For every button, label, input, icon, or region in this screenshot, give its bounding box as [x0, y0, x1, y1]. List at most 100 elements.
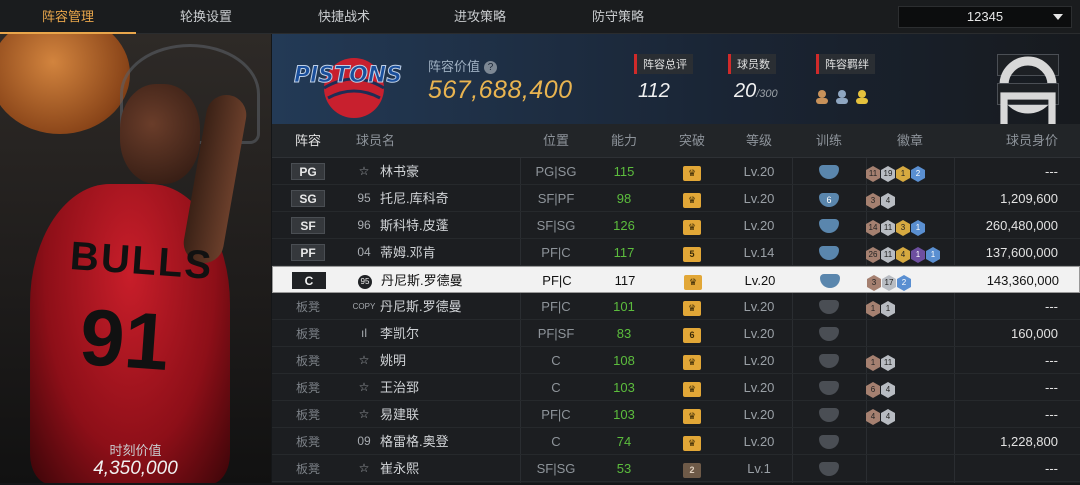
account-select[interactable]: 12345 [898, 6, 1072, 28]
badge-icon: 3 [867, 275, 881, 291]
ability-value: 117 [613, 245, 635, 260]
tab-quick-tactics[interactable]: 快捷战术 [276, 0, 412, 34]
player-portrait[interactable]: BULLS 91 时刻价值 4,350,000 [0, 34, 271, 483]
lineup-slot[interactable]: PF [276, 239, 340, 266]
lineup-value-label: 阵容价值? [428, 56, 498, 75]
badge-icon: 17 [882, 275, 896, 291]
training[interactable] [792, 347, 866, 374]
col-breakthrough: 突破 [678, 133, 705, 148]
jersey-number: 96 [357, 218, 371, 232]
training[interactable] [792, 374, 866, 401]
star-icon: ☆ [358, 407, 370, 421]
player-worth: 1,209,600 [1000, 191, 1058, 206]
table-row[interactable]: 板凳 ☆ 王治郅 C 103 ♛ Lv.20 6 4 --- [272, 374, 1080, 401]
lineup-slot[interactable]: 板凳 [276, 374, 340, 401]
table-row[interactable]: 板凳 ☆ 姚明 C 108 ♛ Lv.20 1 11 --- [272, 347, 1080, 374]
breakthrough: ♛ [658, 293, 726, 320]
recycle-button[interactable]: 回收 [997, 83, 1059, 167]
overall-label: 阵容总评 [634, 54, 693, 74]
slot-badge: 板凳 [295, 354, 320, 368]
jersey-number: ıl [361, 326, 367, 340]
badges: 14 11 3 1 [866, 212, 954, 239]
badge-icon: 1 [911, 220, 925, 236]
player-level: Lv.1 [747, 461, 771, 476]
training[interactable] [792, 455, 866, 482]
table-row[interactable]: 板凳 COPY 丹尼斯.罗德曼 PF|C 101 ♛ Lv.20 1 1 --- [272, 293, 1080, 320]
table-row[interactable]: 板凳 ıl 李凯尔 PF|SF 83 6 Lv.20 160,000 [272, 320, 1080, 347]
jersey-number: 09 [357, 434, 371, 448]
table-row[interactable]: SG 95 托尼.库科奇 SF|PF 98 ♛ Lv.20 6 3 4 1,209,600 [272, 185, 1080, 212]
table-row[interactable]: SF 96 斯科特.皮蓬 SF|SG 126 ♛ Lv.20 14 11 3 1 260,480,00… [272, 212, 1080, 239]
breakthrough: ♛ [658, 347, 726, 374]
training[interactable] [792, 401, 866, 428]
training-shield-icon [819, 408, 839, 422]
player-name: 丹尼斯.罗德曼 [380, 299, 462, 314]
lineup-slot[interactable]: C [277, 267, 341, 294]
jersey-number: 95 [358, 275, 372, 289]
player-level: Lv.20 [743, 326, 775, 341]
training[interactable] [793, 267, 867, 294]
table-row[interactable]: C 95 丹尼斯.罗德曼 PF|C 117 ♛ Lv.20 3 17 2 143,360,000 [272, 266, 1080, 293]
training[interactable] [792, 293, 866, 320]
training[interactable] [792, 158, 866, 185]
player-position: PG|SG [535, 164, 577, 179]
lineup-slot[interactable]: 板凳 [276, 401, 340, 428]
player-position: PF|SF [537, 326, 575, 341]
ability-value: 103 [613, 380, 635, 395]
training[interactable] [792, 239, 866, 266]
players-max: /300 [756, 88, 778, 100]
lineup-slot[interactable]: SF [276, 212, 340, 239]
star-icon: ☆ [358, 461, 370, 475]
breakthrough: ♛ [658, 374, 726, 401]
slot-badge: 板凳 [295, 408, 320, 422]
badge-icon: 11 [881, 355, 895, 371]
lineup-slot[interactable]: PG [276, 158, 340, 185]
badge-icon: 11 [866, 166, 880, 182]
ability-value: 126 [613, 218, 635, 233]
col-training: 训练 [815, 133, 842, 148]
training[interactable]: 6 [792, 185, 866, 212]
table-row[interactable]: PF 04 蒂姆.邓肯 PF|C 117 5 Lv.14 26 11 4 1 1 137,600,000 [272, 239, 1080, 266]
bond-icons[interactable] [814, 88, 884, 106]
breakthrough: ♛ [659, 267, 727, 294]
training[interactable] [792, 428, 866, 455]
player-name: 王治郅 [380, 380, 420, 395]
player-name: 姚明 [380, 353, 407, 368]
jersey-number: 95 [357, 191, 371, 205]
player-level: Lv.14 [743, 245, 775, 260]
tab-defense[interactable]: 防守策略 [548, 0, 688, 34]
badge-icon: 4 [881, 409, 895, 425]
tab-lineup[interactable]: 阵容管理 [0, 0, 136, 34]
ability-value: 103 [613, 407, 635, 422]
lineup-slot[interactable]: 板凳 [276, 293, 340, 320]
table-row[interactable]: 板凳 09 格雷格.奥登 C 74 ♛ Lv.20 1,228,800 [272, 428, 1080, 455]
lineup-slot[interactable]: 板凳 [276, 320, 340, 347]
lineup-slot[interactable]: SG [276, 185, 340, 212]
player-level: Lv.20 [743, 353, 775, 368]
ability-value: 115 [613, 164, 635, 179]
badge-icon: 4 [896, 247, 910, 263]
player-level: Lv.20 [743, 164, 775, 179]
crown-icon: ♛ [683, 193, 701, 208]
col-lineup: 阵容 [294, 133, 321, 148]
table-row[interactable]: PG ☆ 林书豪 PG|SG 115 ♛ Lv.20 11 19 1 2 --- [272, 158, 1080, 185]
lineup-slot[interactable]: 板凳 [276, 347, 340, 374]
table-row[interactable]: 板凳 ☆ 易建联 PF|C 103 ♛ Lv.20 4 4 --- [272, 401, 1080, 428]
lineup-slot[interactable]: 板凳 [276, 428, 340, 455]
badges: 1 11 [866, 347, 954, 374]
lineup-slot[interactable]: 板凳 [276, 455, 340, 482]
select-button[interactable]: 选拔 [997, 54, 1059, 138]
crown-icon: ♛ [683, 409, 701, 424]
player-level: Lv.20 [743, 380, 775, 395]
training[interactable] [792, 212, 866, 239]
training-shield-icon [819, 462, 839, 476]
training[interactable] [792, 320, 866, 347]
player-worth: --- [1045, 299, 1058, 314]
tab-offense[interactable]: 进攻策略 [412, 0, 548, 34]
player-head-graphic [120, 84, 200, 184]
table-row[interactable]: 板凳 ☆ 崔永熙 SF|SG 53 2 Lv.1 --- [272, 455, 1080, 482]
tab-rotation[interactable]: 轮换设置 [136, 0, 276, 34]
help-icon[interactable]: ? [484, 61, 498, 75]
slot-badge: 板凳 [295, 435, 320, 449]
training-shield-icon [819, 246, 839, 260]
